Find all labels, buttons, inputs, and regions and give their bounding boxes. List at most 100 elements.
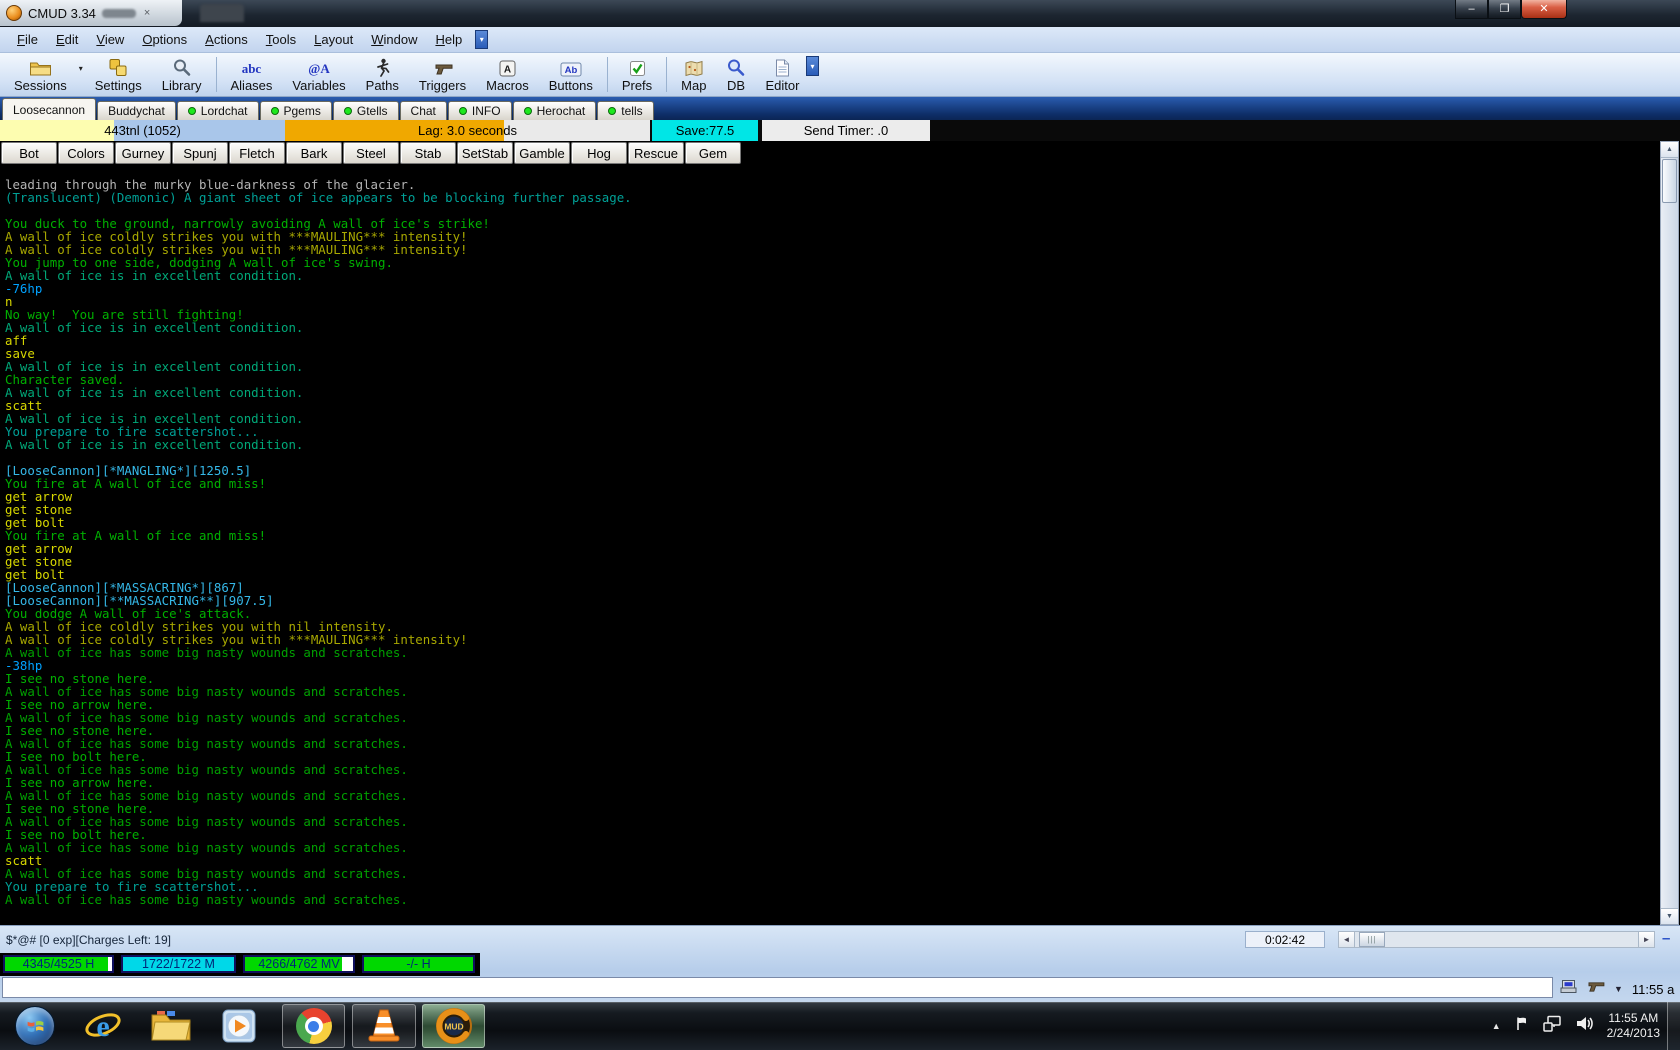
menu-layout[interactable]: Layout xyxy=(305,29,362,50)
log-printer-icon[interactable] xyxy=(1560,979,1577,999)
sessions-dropdown-arrow-icon[interactable]: ▾ xyxy=(77,64,85,73)
quick-button-fletch[interactable]: Fletch xyxy=(229,142,285,164)
taskbar-button-vlc[interactable] xyxy=(352,1004,416,1048)
gauge-label: 443tnl (1052) xyxy=(0,120,285,141)
session-tab-lordchat[interactable]: Lordchat xyxy=(177,101,259,120)
quick-button-gamble[interactable]: Gamble xyxy=(514,142,570,164)
session-tab-pgems[interactable]: Pgems xyxy=(260,101,332,120)
menu-help[interactable]: Help xyxy=(426,29,471,50)
menu-edit[interactable]: Edit xyxy=(47,29,87,50)
terminal-line: You fire at A wall of ice and miss! xyxy=(5,529,1660,542)
tab-label: tells xyxy=(621,104,642,118)
show-hidden-icons-arrow-icon[interactable]: ▲ xyxy=(1492,1021,1501,1031)
horizontal-scrollbar-thumb[interactable]: ||| xyxy=(1359,932,1385,947)
library-magnifier-icon xyxy=(172,57,191,77)
quick-button-rescue[interactable]: Rescue xyxy=(628,142,684,164)
show-desktop-button[interactable] xyxy=(1667,1002,1680,1050)
toolbar-label: Library xyxy=(162,78,202,93)
toolbar-aliases[interactable]: abcAliases xyxy=(221,53,283,96)
minimize-button[interactable]: – xyxy=(1455,0,1488,19)
toolbar-buttons[interactable]: AbButtons xyxy=(539,53,603,96)
toolbar-library[interactable]: Library xyxy=(152,53,212,96)
toolbar-sessions[interactable]: Sessions xyxy=(4,53,77,96)
network-icon[interactable] xyxy=(1543,1015,1562,1037)
volume-icon[interactable] xyxy=(1575,1015,1594,1037)
vital-label: -/- H xyxy=(364,957,473,971)
taskbar-button-start[interactable] xyxy=(8,1004,62,1048)
menu-window[interactable]: Window xyxy=(362,29,426,50)
input-dropdown-icon[interactable]: ▼ xyxy=(1614,984,1623,994)
pane-splitter-minus-icon[interactable]: – xyxy=(1662,930,1670,947)
session-tab-info[interactable]: INFO xyxy=(448,101,512,120)
scroll-up-arrow-icon[interactable]: ▲ xyxy=(1661,142,1678,158)
horizontal-scrollbar[interactable]: ◄ ||| ► xyxy=(1338,931,1655,948)
menu-actions[interactable]: Actions xyxy=(196,29,257,50)
quick-button-bark[interactable]: Bark xyxy=(286,142,342,164)
quick-button-bot[interactable]: Bot xyxy=(1,142,57,164)
quick-button-steel[interactable]: Steel xyxy=(343,142,399,164)
quick-button-gem[interactable]: Gem xyxy=(685,142,741,164)
toolbar-map[interactable]: Map xyxy=(671,53,716,96)
toolbar-variables[interactable]: @AVariables xyxy=(282,53,355,96)
command-input[interactable] xyxy=(2,977,1553,998)
terminal-line: A wall of ice is in excellent condition. xyxy=(5,321,1660,334)
taskbar-button-explorer[interactable] xyxy=(144,1004,198,1048)
terminal-line: get arrow xyxy=(5,542,1660,555)
vertical-scrollbar[interactable]: ▲ ▼ xyxy=(1660,141,1679,925)
gauge-label: Lag: 3.0 seconds xyxy=(285,120,650,141)
scroll-down-arrow-icon[interactable]: ▼ xyxy=(1661,908,1678,924)
taskbar-clock[interactable]: 11:55 AM 2/24/2013 xyxy=(1607,1011,1660,1041)
gauge-label: Save:77.5 xyxy=(652,120,758,141)
toolbar-label: Macros xyxy=(486,78,529,93)
close-button[interactable]: ✕ xyxy=(1521,0,1567,19)
session-tab-tells[interactable]: tells xyxy=(597,101,653,120)
status-gauge-row: 443tnl (1052)Lag: 3.0 secondsSave:77.5Se… xyxy=(0,120,1680,141)
terminal-line: A wall of ice has some big nasty wounds … xyxy=(5,763,1660,776)
taskbar-button-wmp[interactable] xyxy=(212,1004,266,1048)
toolbar-editor[interactable]: Editor xyxy=(755,53,809,96)
vlc-icon xyxy=(365,1007,403,1045)
taskbar-button-cmud[interactable]: MUD xyxy=(422,1004,485,1048)
taskbar-button-ie[interactable]: e xyxy=(76,1004,130,1048)
menu-tools[interactable]: Tools xyxy=(257,29,305,50)
vital-gauge-3: 4266/4762 MV xyxy=(243,955,355,973)
toolbar-overflow-button[interactable]: ▾ xyxy=(806,56,819,76)
menubar-overflow-button[interactable]: ▾ xyxy=(475,30,488,49)
session-tab-chat[interactable]: Chat xyxy=(400,101,447,120)
toolbar-settings[interactable]: Settings xyxy=(85,53,152,96)
session-tab-herochat[interactable]: Herochat xyxy=(513,101,597,120)
vertical-scrollbar-thumb[interactable] xyxy=(1662,159,1677,203)
terminal-line: A wall of ice is in excellent condition. xyxy=(5,438,1660,451)
quick-button-spunj[interactable]: Spunj xyxy=(172,142,228,164)
taskbar-button-chrome[interactable] xyxy=(282,1004,345,1048)
menu-options[interactable]: Options xyxy=(133,29,196,50)
toolbar-triggers[interactable]: Triggers xyxy=(409,53,476,96)
clock-date: 2/24/2013 xyxy=(1607,1026,1660,1041)
toolbar-macros[interactable]: AMacros xyxy=(476,53,539,96)
quick-button-stab[interactable]: Stab xyxy=(400,142,456,164)
maximize-button[interactable]: ❐ xyxy=(1488,0,1521,19)
blurred-background-tab-2 xyxy=(200,4,244,22)
quick-button-colors[interactable]: Colors xyxy=(58,142,114,164)
vital-label: 4345/4525 H xyxy=(5,957,112,971)
toolbar-items: Sessions▾Settings Library abcAliases@AVari… xyxy=(4,53,809,96)
session-tab-loosecannon[interactable]: Loosecannon xyxy=(2,98,96,120)
toolbar-db[interactable]: DB xyxy=(716,53,755,96)
scroll-left-arrow-icon[interactable]: ◄ xyxy=(1339,932,1355,947)
trigger-gun-icon[interactable] xyxy=(1586,980,1605,999)
scroll-right-arrow-icon[interactable]: ► xyxy=(1638,932,1654,947)
action-center-flag-icon[interactable] xyxy=(1514,1015,1530,1037)
toolbar-paths[interactable]: Paths xyxy=(356,53,409,96)
session-tab-gtells[interactable]: Gtells xyxy=(333,101,399,120)
main-toolbar: Sessions▾SettingsLibraryabcAliases@AVari… xyxy=(0,53,1680,97)
horizontal-scrollbar-track[interactable] xyxy=(1385,932,1638,947)
terminal-line: A wall of ice has some big nasty wounds … xyxy=(5,737,1660,750)
quick-button-gurney[interactable]: Gurney xyxy=(115,142,171,164)
toolbar-prefs[interactable]: Prefs xyxy=(612,53,662,96)
menu-file[interactable]: File xyxy=(8,29,47,50)
session-tab-buddychat[interactable]: Buddychat xyxy=(97,101,176,120)
menu-view[interactable]: View xyxy=(87,29,133,50)
toolbar-label: Variables xyxy=(292,78,345,93)
quick-button-hog[interactable]: Hog xyxy=(571,142,627,164)
quick-button-setstab[interactable]: SetStab xyxy=(457,142,513,164)
